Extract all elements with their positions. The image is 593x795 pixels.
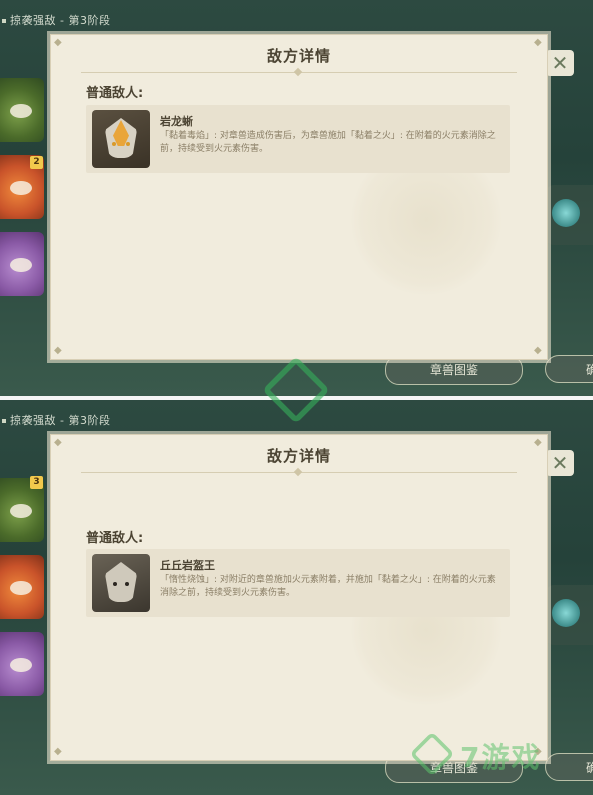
dialog-title: 敌方详情	[266, 47, 331, 65]
character-thumb-icon	[552, 599, 580, 627]
close-button[interactable]: ✕	[546, 450, 574, 476]
logo-mark-icon	[409, 731, 455, 777]
enemy-description: 「惰性烧蚀」: 对附近的章兽施加火元素附着，并施加「黏着之火」: 在附着的火元素…	[160, 575, 496, 598]
enemy-helmet-icon	[105, 562, 137, 602]
right-character-slot[interactable]	[546, 585, 593, 645]
stage-label: 掠袭强敌 - 第3阶段	[2, 412, 110, 428]
enemy-eye	[113, 582, 117, 586]
corner-ornament-icon: ◆	[534, 345, 542, 356]
enemy-eye	[125, 582, 129, 586]
character-portrait	[10, 104, 32, 118]
enemy-name: 岩龙蜥	[160, 115, 193, 128]
right-character-slot[interactable]	[546, 185, 593, 245]
enemy-eye	[126, 142, 130, 146]
roster-character-3[interactable]	[0, 632, 44, 696]
section-heading: 普通敌人:	[86, 86, 144, 101]
close-button[interactable]: ✕	[546, 50, 574, 76]
corner-ornament-icon: ◆	[54, 746, 62, 757]
roster-count-badge: 2	[30, 156, 43, 169]
section-heading: 普通敌人:	[86, 531, 144, 546]
title-divider	[81, 467, 517, 477]
dialog-title: 敌方详情	[266, 447, 331, 465]
site-logo-icon	[258, 352, 334, 428]
enemy-entry[interactable]: 丘丘岩盔王 「惰性烧蚀」: 对附近的章兽施加火元素附着，并施加「黏着之火」: 在…	[86, 549, 510, 617]
character-portrait	[10, 258, 32, 272]
roster-character-2[interactable]	[0, 555, 44, 619]
enemy-entry[interactable]: 岩龙蜥 「黏着毒焰」: 对章兽造成伤害后，为章兽施加「黏着之火」: 在附着的火元…	[86, 105, 510, 173]
title-divider	[81, 67, 517, 77]
corner-ornament-icon: ◆	[54, 345, 62, 356]
watermark-text: 7游戏	[460, 741, 542, 774]
character-thumb-icon	[552, 199, 580, 227]
character-portrait	[10, 658, 32, 672]
character-portrait	[10, 181, 32, 195]
character-portrait	[10, 581, 32, 595]
enemy-portrait	[92, 554, 150, 612]
enemy-eye	[112, 142, 116, 146]
bullet-icon	[2, 19, 6, 23]
enemy-details-dialog: ◆ ◆ ◆ ◆ 敌方详情 普通敌人: 丘丘岩盔王 「惰性烧蚀」: 对附近的章兽施…	[50, 434, 548, 761]
roster-count-badge: 3	[30, 476, 43, 489]
enemy-details-dialog: ◆ ◆ ◆ ◆ 敌方详情 普通敌人: 岩龙蜥 「黏着毒焰」: 对章兽造成伤害后，…	[50, 34, 548, 360]
logo-hex-icon	[262, 356, 330, 424]
divider-diamond-icon	[293, 467, 303, 477]
enemy-name: 丘丘岩盔王	[160, 559, 215, 572]
divider-diamond-icon	[293, 67, 303, 77]
roster-character-3[interactable]	[0, 232, 44, 296]
enemy-description: 「黏着毒焰」: 对章兽造成伤害后，为章兽施加「黏着之火」: 在附着的火元素消除之…	[160, 131, 496, 154]
confirm-button[interactable]: 确	[545, 355, 593, 383]
site-watermark: 7游戏	[409, 730, 560, 780]
roster-character-1[interactable]	[0, 78, 44, 142]
enemy-portrait	[92, 110, 150, 168]
bullet-icon	[2, 419, 6, 423]
character-portrait	[10, 504, 32, 518]
stage-label: 掠袭强敌 - 第3阶段	[2, 12, 110, 28]
